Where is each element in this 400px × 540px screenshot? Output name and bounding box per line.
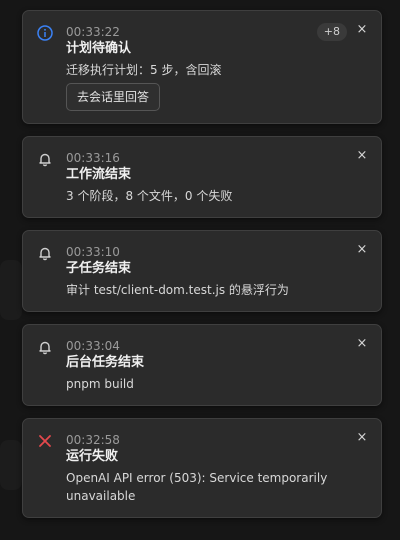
more-count-badge: +8 <box>316 23 347 41</box>
notification-title: 运行失败 <box>66 449 119 464</box>
notification-body: 迁移执行计划：5 步，含回滚 <box>66 63 222 77</box>
notification-title: 计划待确认 <box>66 41 132 56</box>
close-icon[interactable]: × <box>355 431 369 445</box>
bell-icon <box>37 339 53 355</box>
notification-time: 00:33:22 <box>66 25 120 39</box>
notification-title: 工作流结束 <box>66 167 132 182</box>
close-icon[interactable]: × <box>355 337 369 351</box>
error-x-icon <box>37 433 53 449</box>
notification-subtask-done[interactable]: 00:33:10 子任务结束 审计 test/client-dom.test.j… <box>22 230 382 312</box>
close-icon[interactable]: × <box>355 149 369 163</box>
notification-workflow-done[interactable]: 00:33:16 工作流结束 3 个阶段，8 个文件，0 个失败 × <box>22 136 382 218</box>
background-panel <box>0 260 22 320</box>
close-icon[interactable]: × <box>355 243 369 257</box>
notification-body: pnpm build <box>66 377 134 391</box>
notification-background-task-done[interactable]: 00:33:04 后台任务结束 pnpm build × <box>22 324 382 406</box>
notification-stack: 00:33:22 计划待确认 迁移执行计划：5 步，含回滚 去会话里回答 +8 … <box>22 10 382 530</box>
bell-icon <box>37 151 53 167</box>
notification-plan-confirm[interactable]: 00:33:22 计划待确认 迁移执行计划：5 步，含回滚 去会话里回答 +8 … <box>22 10 382 124</box>
notification-time: 00:33:16 <box>66 151 120 165</box>
notification-time: 00:32:58 <box>66 433 120 447</box>
notification-time: 00:33:10 <box>66 245 120 259</box>
notification-title: 后台任务结束 <box>66 355 145 370</box>
reply-in-session-button[interactable]: 去会话里回答 <box>66 83 161 111</box>
notification-body: 3 个阶段，8 个文件，0 个失败 <box>66 189 233 203</box>
notification-body: OpenAI API error (503): Service temporar… <box>66 471 328 503</box>
notification-body: 审计 test/client-dom.test.js 的悬浮行为 <box>66 283 289 297</box>
info-icon <box>37 25 53 41</box>
notification-time: 00:33:04 <box>66 339 120 353</box>
notification-run-failed[interactable]: 00:32:58 运行失败 OpenAI API error (503): Se… <box>22 418 382 518</box>
bell-icon <box>37 245 53 261</box>
background-panel <box>0 440 22 490</box>
notification-title: 子任务结束 <box>66 261 132 276</box>
close-icon[interactable]: × <box>355 23 369 37</box>
